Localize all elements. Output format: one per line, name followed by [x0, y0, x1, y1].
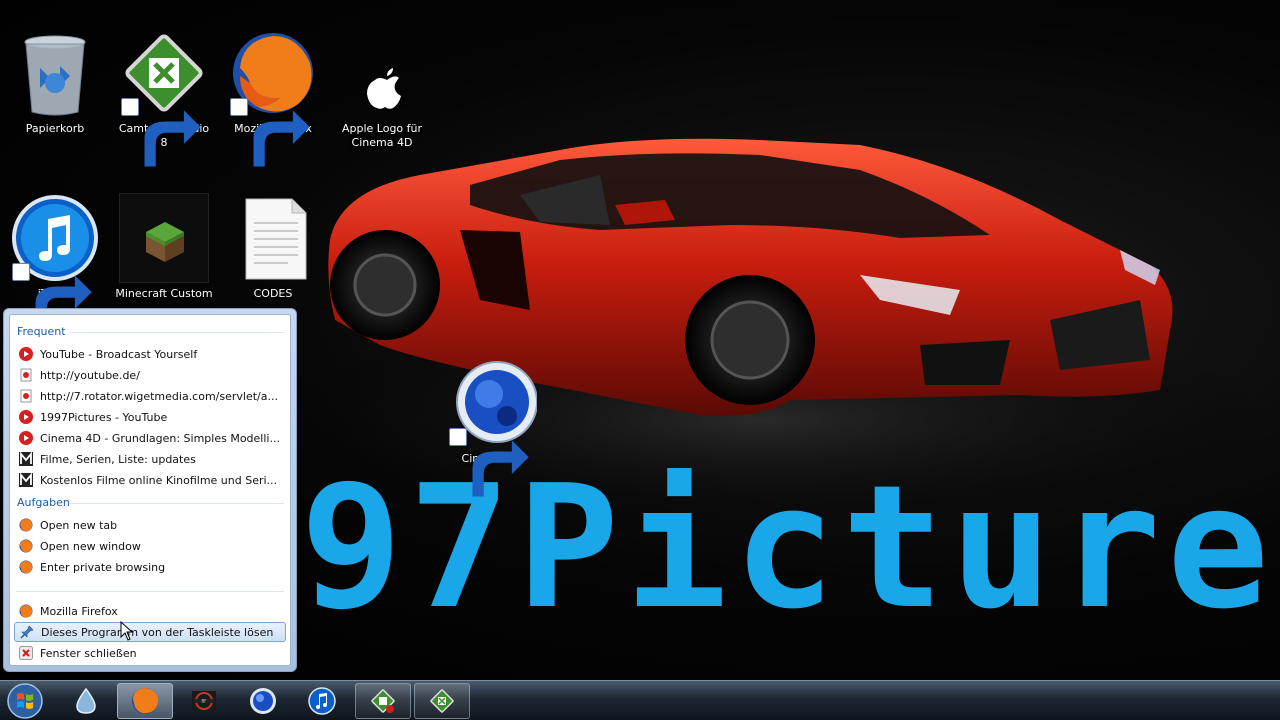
desktop-icon-firefox[interactable]: Mozilla Firefox — [223, 28, 323, 167]
desktop-icon-cinema4d[interactable]: Cinema 4D — [442, 358, 542, 497]
jumplist-app-mozilla-firefox[interactable]: Mozilla Firefox — [14, 601, 286, 621]
youtube-icon — [19, 347, 33, 361]
firefox-icon — [19, 560, 33, 574]
jumplist-item-kostenlos-filme[interactable]: Kostenlos Filme online Kinofilme und Ser… — [14, 470, 286, 490]
jumplist-task-open-new-window[interactable]: Open new window — [14, 536, 286, 556]
firefox-jump-list: Frequent YouTube - Broadcast Yourself ht… — [3, 308, 297, 672]
jumplist-item-label: Open new tab — [40, 518, 118, 532]
taskbar-battlefield[interactable]: BF — [176, 683, 232, 719]
separator — [16, 591, 284, 592]
camtasia-icon — [430, 689, 454, 713]
taskbar-water-app[interactable] — [58, 683, 114, 719]
jumplist-item-label: http://youtube.de/ — [40, 368, 140, 382]
firefox-icon — [19, 604, 33, 618]
youtube-icon — [19, 431, 33, 445]
jumplist-item-rotator[interactable]: http://7.rotator.wigetmedia.com/servlet/… — [14, 386, 286, 406]
desktop-icon-minecraft[interactable]: Minecraft Custom — [114, 193, 214, 301]
jumplist-item-label: YouTube - Broadcast Yourself — [40, 347, 198, 361]
jumplist-item-label: Cinema 4D - Grundlagen: Simples Modelli.… — [40, 431, 280, 445]
separator — [70, 332, 284, 333]
taskbar-start-button[interactable] — [4, 681, 46, 720]
desktop-icon-apple-logo[interactable]: Apple Logo für Cinema 4D — [332, 28, 432, 150]
m-site-icon — [19, 472, 33, 487]
desktop-icon-label: CODES — [253, 287, 293, 300]
jumplist-item-label: Kostenlos Filme online Kinofilme und Ser… — [40, 473, 278, 487]
firefox-icon — [228, 28, 318, 167]
minecraft-icon — [119, 193, 209, 283]
itunes-icon — [308, 687, 336, 715]
separator — [70, 503, 284, 504]
desktop-icon-label: Papierkorb — [25, 122, 85, 135]
taskbar: BF — [0, 680, 1280, 720]
shortcut-arrow-icon — [230, 98, 310, 167]
shortcut-arrow-icon — [12, 263, 92, 332]
camtasia-recorder-icon — [371, 689, 395, 713]
jumplist-task-open-new-tab[interactable]: Open new tab — [14, 515, 286, 535]
jumplist-item-cinema4d-grundlagen[interactable]: Cinema 4D - Grundlagen: Simples Modelli.… — [14, 428, 286, 448]
m-site-icon — [19, 451, 33, 466]
taskbar-firefox[interactable] — [117, 683, 173, 719]
windows-logo-icon — [7, 683, 43, 719]
taskbar-camtasia[interactable] — [414, 683, 470, 719]
battlefield-icon: BF — [192, 691, 216, 711]
recycle-bin-icon — [10, 28, 100, 118]
desktop-icon-recycle-bin[interactable]: Papierkorb — [5, 28, 105, 136]
shortcut-arrow-icon — [121, 98, 201, 167]
jumplist-close-window[interactable]: Fenster schließen — [14, 643, 286, 663]
close-icon — [19, 646, 33, 660]
shortcut-arrow-icon — [449, 428, 529, 497]
cinema4d-icon — [250, 688, 276, 714]
youtube-icon — [19, 410, 33, 424]
jumplist-item-label: Filme, Serien, Liste: updates — [40, 452, 196, 466]
jumplist-item-youtube[interactable]: YouTube - Broadcast Yourself — [14, 344, 286, 364]
itunes-icon — [10, 193, 100, 332]
page-icon — [19, 368, 33, 382]
jumplist-item-label: 1997Pictures - YouTube — [40, 410, 168, 424]
jumplist-item-label: http://7.rotator.wigetmedia.com/servlet/… — [40, 389, 278, 403]
jumplist-item-label: Mozilla Firefox — [40, 604, 118, 618]
jumplist-item-label: Fenster schließen — [40, 646, 137, 660]
apple-logo-icon — [337, 28, 427, 118]
jumplist-tasks-header: Aufgaben — [17, 496, 70, 509]
desktop-icon-label: Apple Logo für Cinema 4D — [341, 122, 423, 149]
jumplist-item-label: Open new window — [40, 539, 141, 553]
mouse-cursor-icon — [120, 621, 134, 641]
jumplist-item-youtube-de[interactable]: http://youtube.de/ — [14, 365, 286, 385]
jumplist-task-private-browsing[interactable]: Enter private browsing — [14, 557, 286, 577]
jumplist-item-1997pictures[interactable]: 1997Pictures - YouTube — [14, 407, 286, 427]
jumplist-item-label: Enter private browsing — [40, 560, 166, 574]
firefox-icon — [19, 539, 33, 553]
desktop-icon-codes[interactable]: CODES — [223, 193, 323, 301]
jumplist-frequent-header: Frequent — [17, 325, 66, 338]
firefox-icon — [19, 518, 33, 532]
page-icon — [19, 389, 33, 403]
taskbar-itunes[interactable] — [294, 683, 350, 719]
taskbar-cinema4d[interactable] — [235, 683, 291, 719]
cinema4d-icon — [447, 358, 538, 497]
unpin-icon — [20, 625, 34, 639]
taskbar-camtasia-recorder[interactable] — [355, 683, 411, 719]
desktop-icon-label: Minecraft Custom — [115, 287, 213, 300]
jumplist-unpin-from-taskbar[interactable]: Dieses Programm von der Taskleiste lösen — [14, 622, 286, 642]
brand-wallpaper-text: 97Picture — [300, 468, 1276, 628]
jumplist-item-filme-serien[interactable]: Filme, Serien, Liste: updates — [14, 449, 286, 469]
desktop-icon-camtasia[interactable]: Camtasia Studio 8 — [114, 28, 214, 167]
firefox-icon — [132, 688, 159, 714]
svg-text:BF: BF — [201, 699, 207, 704]
jumplist-item-label: Dieses Programm von der Taskleiste lösen — [41, 625, 274, 639]
desktop-icon-itunes[interactable]: iTunes — [5, 193, 105, 332]
droplet-icon — [76, 687, 96, 714]
camtasia-icon — [119, 28, 209, 167]
text-file-icon — [228, 193, 318, 283]
